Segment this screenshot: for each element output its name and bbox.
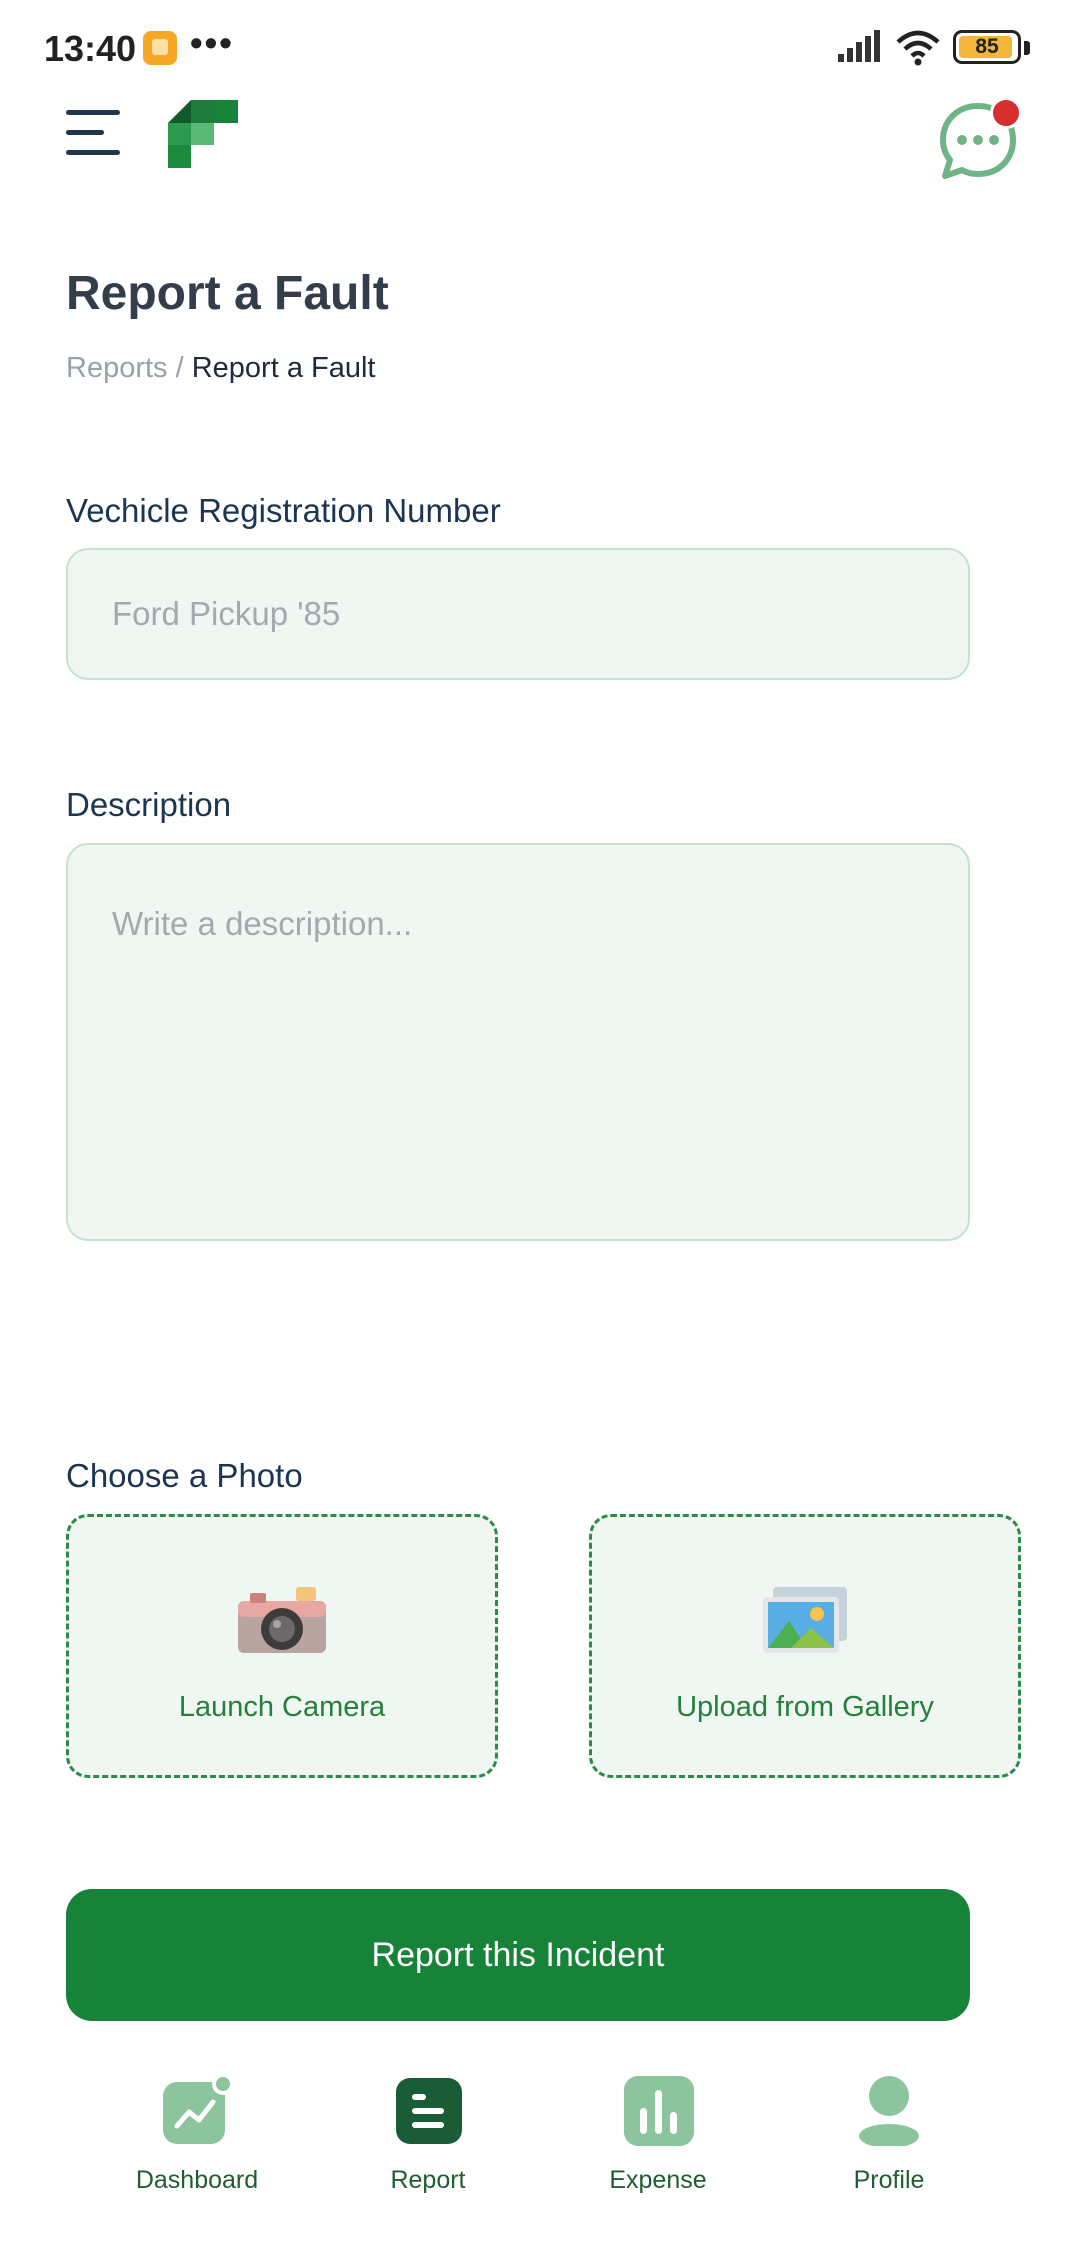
- breadcrumb-reports[interactable]: Reports: [66, 352, 168, 384]
- signal-icon: [838, 30, 880, 62]
- nav-item-expense[interactable]: Expense: [558, 2054, 758, 2204]
- nav-label-expense: Expense: [609, 2166, 707, 2194]
- menu-icon[interactable]: [60, 100, 126, 166]
- bar-chart-icon: [624, 2076, 694, 2146]
- nav-label-dashboard: Dashboard: [135, 2166, 259, 2194]
- vehicle-registration-input[interactable]: [66, 548, 970, 680]
- report-incident-button[interactable]: Report this Incident: [66, 1889, 970, 2021]
- breadcrumb-current: Report a Fault: [191, 352, 376, 384]
- nav-label-profile: Profile: [853, 2166, 925, 2194]
- picture-icon: [763, 1587, 847, 1653]
- notification-dot: [990, 97, 1022, 129]
- description-label: Description: [66, 786, 232, 823]
- upload-gallery-button[interactable]: Upload from Gallery: [589, 1514, 1021, 1778]
- description-textarea[interactable]: [66, 843, 970, 1241]
- nav-item-report[interactable]: Report: [328, 2054, 528, 2204]
- battery-icon: 85: [953, 30, 1021, 64]
- vehicle-registration-label: Vechicle Registration Number: [66, 492, 501, 529]
- nav-item-profile[interactable]: Profile: [789, 2054, 989, 2204]
- page-title: Report a Fault: [66, 267, 389, 320]
- brand-logo: [168, 100, 238, 168]
- status-time: 13:40: [44, 28, 137, 69]
- status-bar: 13:40 ••• 85: [0, 0, 1080, 96]
- upload-gallery-label: Upload from Gallery: [676, 1691, 934, 1723]
- app-notification-icon: [143, 31, 177, 65]
- choose-photo-label: Choose a Photo: [66, 1457, 303, 1494]
- breadcrumb-separator: /: [167, 352, 192, 384]
- report-list-icon: [396, 2078, 462, 2144]
- status-overflow: •••: [190, 22, 234, 63]
- launch-camera-button[interactable]: Launch Camera: [66, 1514, 498, 1778]
- user-icon: [859, 2076, 919, 2146]
- wifi-icon: [896, 30, 940, 66]
- launch-camera-label: Launch Camera: [178, 1691, 386, 1723]
- breadcrumb: Reports / Report a Fault: [66, 352, 375, 385]
- trend-chart-icon: [163, 2074, 233, 2144]
- nav-label-report: Report: [390, 2166, 466, 2194]
- camera-icon: [238, 1587, 326, 1653]
- nav-item-dashboard[interactable]: Dashboard: [97, 2054, 297, 2204]
- bottom-nav: Dashboard Report Expense Profile: [0, 2040, 1080, 2246]
- battery-level: 85: [975, 35, 999, 58]
